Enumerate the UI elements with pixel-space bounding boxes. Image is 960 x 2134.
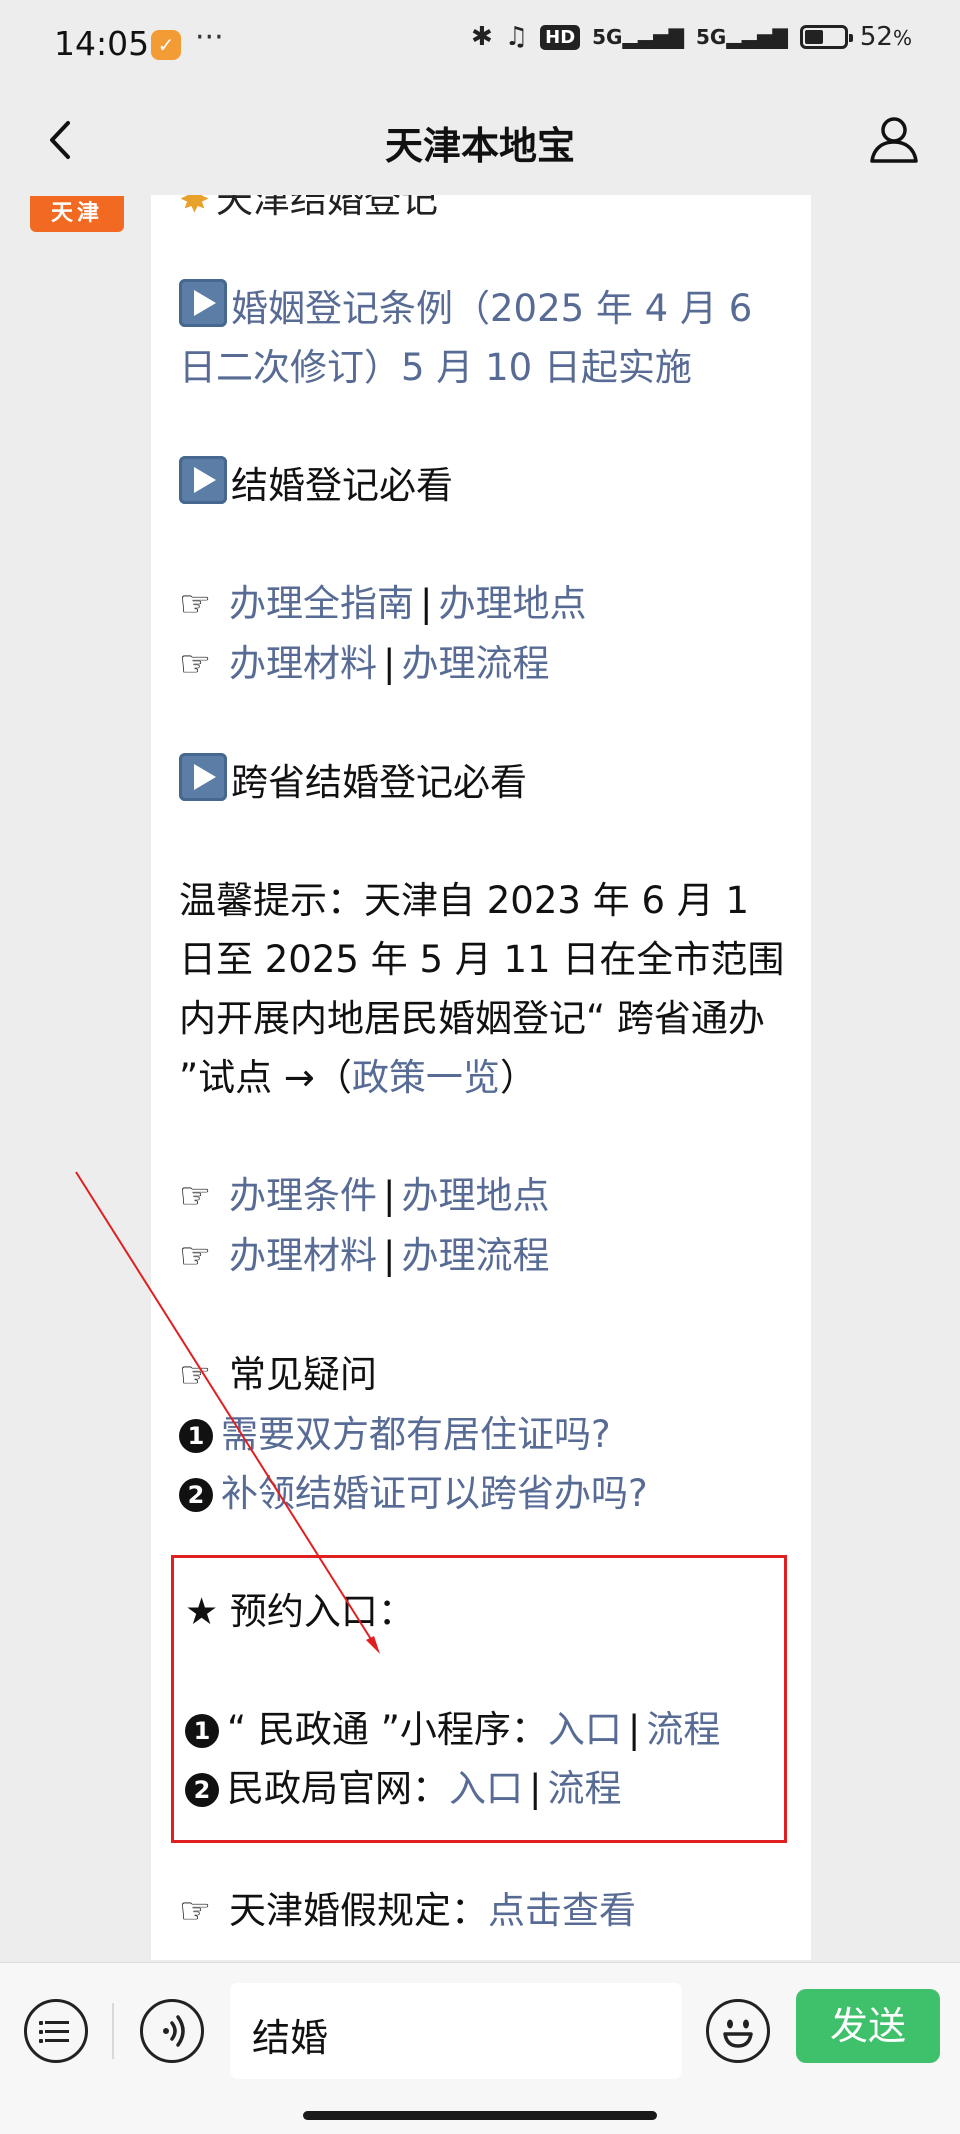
location-link[interactable]: 办理地点 [438, 582, 586, 625]
bluetooth-icon: ✱ [471, 22, 493, 52]
section-cross-province: 跨省结婚登记必看 [179, 753, 789, 812]
pointer-icon: ☞ [179, 1176, 212, 1217]
tip-paragraph: 温馨提示：天津自 2023 年 6 月 1 日至 2025 年 5 月 11 日… [179, 879, 785, 1099]
signal-icon-2: 5G▂▃▅▇ [696, 25, 788, 49]
page-title: 天津本地宝 [384, 124, 575, 168]
status-icons: ✱ ♫ HD 5G▂▃▅▇ 5G▂▃▅▇ 52% [471, 22, 912, 52]
app-notification-icon: ✓ [151, 30, 181, 60]
profile-button[interactable] [866, 111, 922, 167]
number-1-icon: 1 [179, 1419, 213, 1453]
message-input-text: 结婚 [252, 2016, 329, 2060]
highlight-box [171, 1555, 787, 1843]
more-dots-icon: ··· [195, 20, 224, 55]
links-row-4: ☞ 办理材料 | 办理流程 [179, 1226, 789, 1286]
faq-title: ☞ 常见疑问 [179, 1345, 789, 1405]
emoji-icon [723, 2019, 753, 2048]
number-2-icon: 2 [179, 1478, 213, 1512]
full-guide-link[interactable]: 办理全指南 [229, 582, 414, 625]
pointer-icon: ☞ [179, 1355, 212, 1396]
message-input[interactable]: 结婚 [230, 1983, 682, 2079]
pointer-icon: ☞ [179, 1236, 212, 1277]
pointer-icon: ☞ [179, 1891, 212, 1932]
voice-icon [163, 2015, 185, 2047]
pointer-icon: ☞ [179, 644, 212, 685]
faq-q2-link[interactable]: 补领结婚证可以跨省办吗? [221, 1472, 648, 1515]
section-regulation[interactable]: 婚姻登记条例（2025 年 4 月 6 日二次修订）5 月 10 日起实施 [179, 279, 789, 397]
sun-icon: ✸ [179, 195, 211, 221]
header: 天津本地宝 [0, 95, 960, 185]
process-link[interactable]: 办理流程 [401, 642, 549, 685]
policy-link[interactable]: 政策一览 [352, 1056, 500, 1099]
city-tag: 天津 [30, 196, 124, 232]
input-bar: 结婚 发送 [0, 1962, 960, 2134]
emoji-button[interactable] [706, 1999, 770, 2063]
battery-percent: 52% [859, 22, 912, 52]
links-row-2: ☞ 办理材料 | 办理流程 [179, 634, 789, 694]
voice-button[interactable] [140, 1999, 204, 2063]
battery-icon [799, 25, 853, 49]
status-bar: 14:05 ✓ ··· ✱ ♫ HD 5G▂▃▅▇ 5G▂▃▅▇ 52% [0, 0, 960, 90]
faq-q1-link[interactable]: 需要双方都有居住证吗? [221, 1413, 611, 1456]
location-link-2[interactable]: 办理地点 [401, 1174, 549, 1217]
conditions-link[interactable]: 办理条件 [229, 1174, 377, 1217]
links-row-3: ☞ 办理条件 | 办理地点 [179, 1166, 789, 1226]
faq-q1: 1 需要双方都有居住证吗? [179, 1405, 789, 1464]
user-icon [870, 117, 918, 163]
signal-icon-1: 5G▂▃▅▇ [592, 25, 685, 49]
pointer-icon: ☞ [179, 584, 212, 625]
section-marriage-must-see: 结婚登记必看 [179, 456, 789, 515]
vibrate-icon: ♫ [504, 22, 529, 52]
play-icon [179, 456, 227, 504]
faq-q2: 2 补领结婚证可以跨省办吗? [179, 1464, 789, 1523]
play-icon [179, 279, 227, 327]
hd-badge: HD [540, 24, 581, 50]
materials-link-2[interactable]: 办理材料 [229, 1234, 377, 1277]
play-icon [179, 753, 227, 801]
regulation-link[interactable]: 婚姻登记条例（2025 年 4 月 6 日二次修订）5 月 10 日起实施 [179, 287, 752, 389]
menu-button[interactable] [24, 1999, 88, 2063]
materials-link[interactable]: 办理材料 [229, 642, 377, 685]
marriage-leave-row: ☞ 天津婚假规定：点击查看 [179, 1881, 789, 1941]
view-leave-link[interactable]: 点击查看 [488, 1889, 636, 1932]
divider [112, 2003, 114, 2059]
partial-heading: ✸ 天津结婚登记 [179, 195, 438, 223]
links-row-1: ☞ 办理全指南 | 办理地点 [179, 574, 789, 634]
send-button[interactable]: 发送 [796, 1989, 940, 2063]
home-indicator[interactable] [303, 2111, 657, 2120]
process-link-2[interactable]: 办理流程 [401, 1234, 549, 1277]
status-time: 14:05 [54, 24, 150, 63]
